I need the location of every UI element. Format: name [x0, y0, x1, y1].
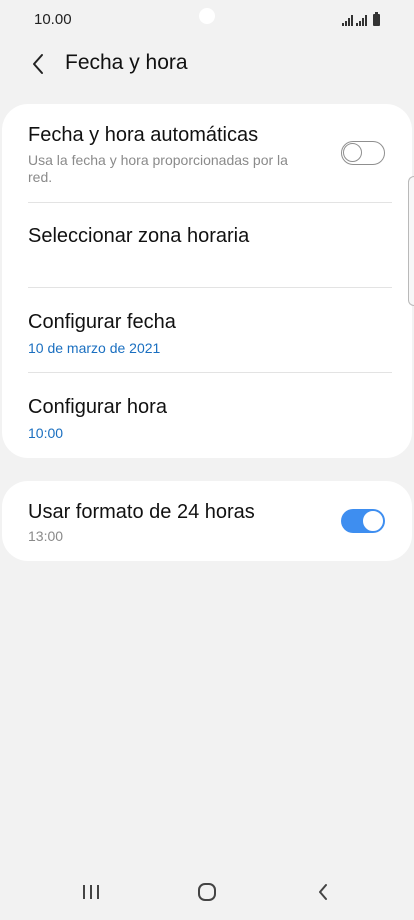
status-time: 10.00 — [34, 11, 72, 28]
chevron-left-icon — [33, 54, 43, 74]
recents-button[interactable] — [71, 878, 111, 906]
nav-back-button[interactable] — [303, 878, 343, 906]
status-icons — [342, 12, 380, 26]
set-time-row[interactable]: Configurar hora 10:00 — [2, 373, 412, 458]
front-camera — [199, 8, 215, 24]
home-icon — [198, 883, 216, 901]
home-button[interactable] — [187, 878, 227, 906]
recents-icon — [83, 885, 99, 899]
signal-icon — [342, 15, 353, 26]
timezone-title: Seleccionar zona horaria — [28, 225, 250, 247]
screen: 10.00 Fecha y hora Fecha y hora automáti… — [0, 0, 414, 920]
use-24h-title: Usar formato de 24 horas — [28, 501, 255, 523]
back-button[interactable] — [22, 48, 54, 80]
toggle-knob — [343, 143, 362, 162]
use-24h-row[interactable]: Usar formato de 24 horas 13:00 — [2, 481, 412, 561]
auto-datetime-subtitle-line2: red. — [28, 169, 53, 185]
navigation-bar — [0, 864, 414, 920]
battery-icon — [373, 12, 380, 26]
status-bar: 10.00 — [0, 0, 414, 40]
set-date-row[interactable]: Configurar fecha 10 de marzo de 2021 — [2, 288, 412, 372]
use-24h-toggle[interactable] — [341, 509, 385, 533]
scrollbar-handle[interactable] — [408, 176, 414, 306]
back-icon — [319, 884, 327, 900]
toggle-knob — [362, 510, 384, 532]
use-24h-subtitle: 13:00 — [28, 528, 64, 544]
timezone-row[interactable]: Seleccionar zona horaria — [2, 203, 412, 287]
set-time-title: Configurar hora — [28, 396, 167, 418]
auto-datetime-subtitle-line1: Usa la fecha y hora proporcionadas por l… — [28, 152, 288, 168]
page-title: Fecha y hora — [65, 51, 188, 74]
auto-datetime-toggle[interactable] — [341, 141, 385, 165]
settings-card-format: Usar formato de 24 horas 13:00 — [2, 481, 412, 561]
settings-card-datetime: Fecha y hora automáticas Usa la fecha y … — [2, 104, 412, 458]
app-header: Fecha y hora — [0, 44, 414, 84]
auto-datetime-row[interactable]: Fecha y hora automáticas Usa la fecha y … — [2, 104, 412, 202]
set-date-value: 10 de marzo de 2021 — [28, 340, 161, 356]
set-time-value: 10:00 — [28, 425, 64, 441]
auto-datetime-title: Fecha y hora automáticas — [28, 124, 259, 146]
set-date-title: Configurar fecha — [28, 311, 176, 333]
signal-icon — [356, 15, 367, 26]
